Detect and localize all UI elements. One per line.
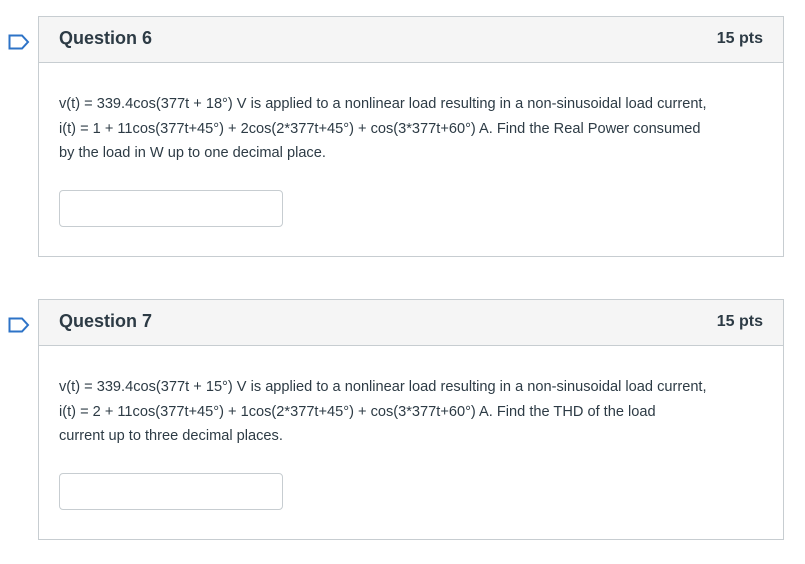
question-points: 15 pts: [716, 30, 763, 47]
answer-input[interactable]: [59, 189, 283, 227]
question-title: Question 7: [59, 311, 153, 331]
question-title: Question 6: [59, 28, 153, 48]
question-text: v(t) = 339.4cos(377t + 18°) V is applied…: [59, 96, 707, 161]
flag-question-icon[interactable]: [8, 34, 30, 50]
question-body: v(t) = 339.4cos(377t + 15°) V is applied…: [39, 346, 783, 510]
question-body: v(t) = 339.4cos(377t + 18°) V is applied…: [39, 63, 783, 227]
question-6: Question 6 15 pts v(t) = 339.4cos(377t +…: [8, 16, 784, 257]
question-header: Question 6 15 pts: [39, 17, 783, 63]
question-header: Question 7 15 pts: [39, 300, 783, 346]
answer-input[interactable]: [59, 472, 283, 510]
flag-question-icon[interactable]: [8, 317, 30, 333]
question-7: Question 7 15 pts v(t) = 339.4cos(377t +…: [8, 299, 784, 540]
question-text: v(t) = 339.4cos(377t + 15°) V is applied…: [59, 379, 707, 444]
question-points: 15 pts: [716, 313, 763, 330]
